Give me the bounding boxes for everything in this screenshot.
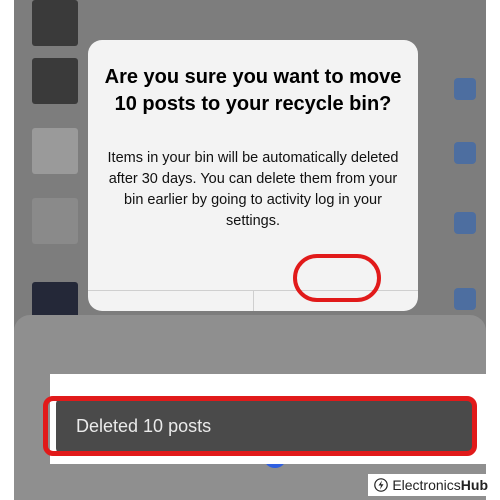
- watermark-logo: Electronics Hub: [368, 474, 494, 496]
- dialog-title: Are you sure you want to move 10 posts t…: [104, 66, 402, 115]
- dialog-button-divider: [253, 290, 254, 311]
- alert-dialog: Are you sure you want to move 10 posts t…: [88, 40, 418, 311]
- watermark-brand-bold: Hub: [460, 477, 488, 493]
- post-thumbnail: [32, 198, 78, 244]
- post-thumbnail: [32, 58, 78, 104]
- watermark-brand: Electronics: [392, 477, 461, 493]
- checkbox-icon[interactable]: [454, 78, 476, 100]
- dialog-message: Items in your bin will be automatically …: [107, 150, 399, 229]
- lightning-bolt-icon: [374, 478, 389, 492]
- checkbox-icon[interactable]: [454, 212, 476, 234]
- toast-message: Deleted 10 posts: [76, 416, 212, 436]
- checkbox-icon[interactable]: [454, 288, 476, 310]
- snackbar-toast: Deleted 10 posts: [56, 398, 476, 454]
- post-thumbnail: [32, 0, 78, 46]
- checkbox-icon[interactable]: [454, 142, 476, 164]
- cancel-button[interactable]: Cancel: [88, 291, 253, 311]
- post-thumbnail: [32, 128, 78, 174]
- delete-button[interactable]: Delete: [254, 291, 418, 311]
